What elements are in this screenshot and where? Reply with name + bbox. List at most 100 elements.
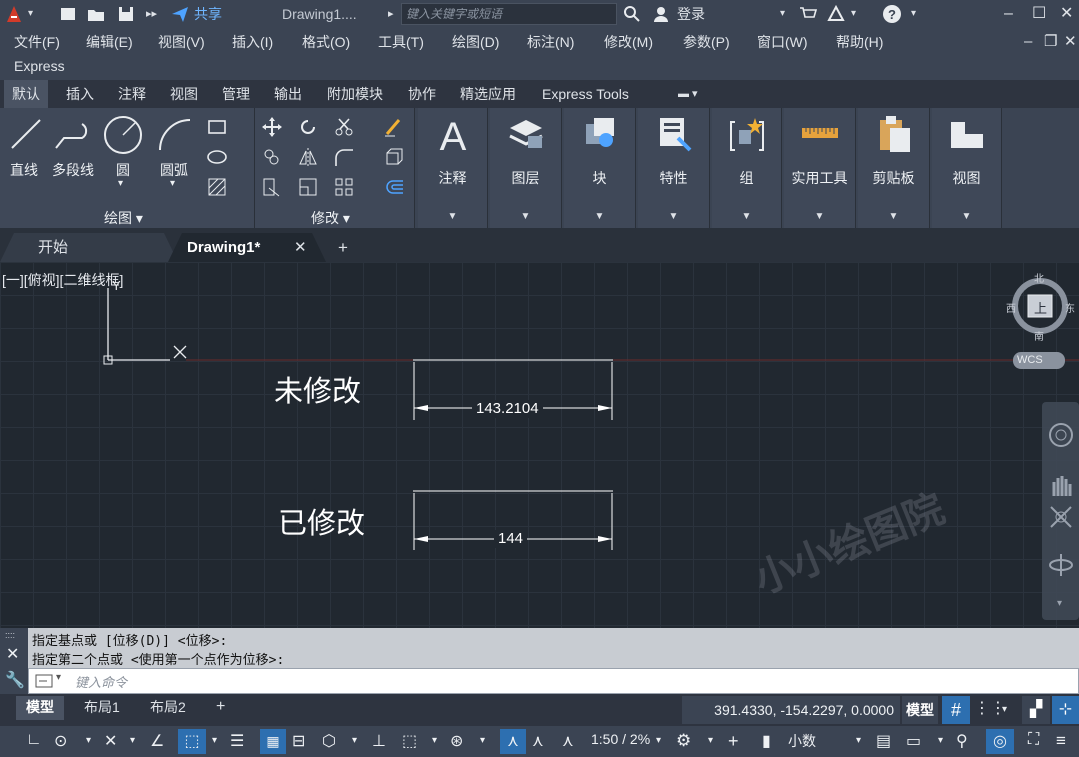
menu-express[interactable]: Express: [14, 56, 65, 76]
share-label[interactable]: 共享: [194, 0, 222, 28]
gizmo-dropdown-icon[interactable]: ▾: [480, 735, 485, 746]
app-dropdown-icon[interactable]: ▾: [851, 0, 856, 28]
help-dropdown-icon[interactable]: ▾: [911, 0, 916, 28]
menu-window[interactable]: 窗口(W): [757, 32, 808, 52]
recent-commands-dropdown-icon[interactable]: ▾: [56, 672, 61, 683]
tab-drawing1[interactable]: Drawing1*: [187, 233, 260, 262]
stretch-icon[interactable]: [261, 176, 283, 198]
group-panel[interactable]: 组 ▼: [712, 108, 782, 228]
selection-cycling-icon[interactable]: ⊟: [292, 731, 305, 751]
navbar-dropdown-icon[interactable]: ▾: [1057, 598, 1062, 609]
polyline-button[interactable]: 多段线: [52, 160, 94, 180]
viewcube-top-face[interactable]: 上: [1034, 298, 1047, 317]
annotation-scale-icon[interactable]: ⋏: [562, 731, 574, 751]
3d-osnap-dropdown-icon[interactable]: ▾: [352, 735, 357, 746]
close-icon[interactable]: ✕: [1060, 0, 1073, 28]
3d-osnap-icon[interactable]: ⬡: [322, 731, 336, 751]
close-tab-icon[interactable]: ✕: [294, 233, 307, 262]
search-icon[interactable]: [622, 4, 642, 24]
dimension-modified[interactable]: 144: [494, 530, 528, 548]
tab-manage[interactable]: 管理: [214, 80, 258, 108]
line-icon[interactable]: [8, 116, 44, 152]
ellipse-icon[interactable]: [206, 146, 228, 168]
units-icon[interactable]: ▮: [762, 731, 771, 751]
move-icon[interactable]: [261, 116, 283, 138]
auto-scale-icon[interactable]: ⋏: [532, 731, 544, 751]
tab-layout2[interactable]: 布局2: [140, 696, 196, 720]
tab-layout1[interactable]: 布局1: [74, 696, 130, 720]
arc-button[interactable]: 圆弧: [160, 160, 188, 180]
ortho-mode-icon[interactable]: ∟: [26, 731, 42, 749]
copy-icon[interactable]: [261, 146, 283, 168]
menu-insert[interactable]: 插入(I): [232, 32, 273, 52]
doc-minimize-icon[interactable]: ‒: [1024, 32, 1032, 52]
annotation-scale-value[interactable]: 1:50 / 2%: [591, 731, 650, 747]
modify-panel-title[interactable]: 修改 ▾: [311, 208, 350, 228]
isodraft-icon[interactable]: ✕: [104, 731, 117, 751]
selection-filter-icon[interactable]: ⬚: [402, 731, 417, 751]
fillet-icon[interactable]: [333, 146, 355, 168]
login-button[interactable]: 登录: [677, 0, 705, 28]
dimension-unmodified[interactable]: 143.2104: [472, 400, 543, 418]
command-customize-icon[interactable]: 🔧: [5, 670, 25, 690]
circle-dropdown-icon[interactable]: ▾: [118, 178, 123, 189]
lock-ui-icon[interactable]: ▭: [906, 731, 921, 751]
command-input[interactable]: ▾ 键入命令: [28, 668, 1079, 694]
autodesk-app-icon[interactable]: [826, 4, 846, 24]
clipboard-panel[interactable]: 剪贴板 ▼: [858, 108, 930, 228]
annotation-monitor-icon[interactable]: +: [728, 731, 739, 752]
tab-view[interactable]: 视图: [162, 80, 206, 108]
clean-screen-icon[interactable]: ⛶: [1028, 731, 1039, 749]
menu-format[interactable]: 格式(O): [302, 32, 350, 52]
zoom-extents-icon[interactable]: [1046, 502, 1076, 532]
pan-icon[interactable]: [1046, 470, 1076, 500]
search-input[interactable]: 键入关键字或短语: [401, 3, 617, 25]
dynamic-ucs-icon[interactable]: ⊥: [372, 731, 386, 751]
help-icon[interactable]: ?: [882, 4, 902, 24]
view-dropdown-icon[interactable]: ▼: [932, 211, 1001, 222]
block-panel[interactable]: 块 ▼: [564, 108, 636, 228]
doc-close-icon[interactable]: ✕: [1064, 32, 1077, 52]
units-value[interactable]: 小数: [788, 731, 816, 751]
full-navigation-wheel-icon[interactable]: [1046, 420, 1076, 450]
block-dropdown-icon[interactable]: ▼: [564, 211, 635, 222]
trim-icon[interactable]: [333, 116, 355, 138]
quick-view-icon[interactable]: ⊹: [1052, 696, 1079, 724]
viewcube-north[interactable]: 北: [1034, 270, 1044, 285]
open-file-icon[interactable]: [86, 4, 106, 24]
command-grip-icon[interactable]: ::::: [5, 630, 15, 640]
circle-button[interactable]: 圆: [116, 160, 130, 180]
annotation-visibility-icon[interactable]: ⋏: [500, 729, 526, 754]
menu-file[interactable]: 文件(F): [14, 32, 60, 52]
recent-commands-icon[interactable]: [35, 674, 53, 688]
tab-express-tools[interactable]: Express Tools: [534, 80, 637, 108]
autocad-logo-icon[interactable]: [4, 4, 24, 24]
more-tools-icon[interactable]: ▸▸: [146, 0, 157, 28]
wcs-menu[interactable]: WCS: [1013, 352, 1065, 369]
transparency-icon[interactable]: ▦: [260, 729, 286, 754]
tab-output[interactable]: 输出: [266, 80, 310, 108]
polar-tracking-icon[interactable]: ⊙: [54, 731, 67, 751]
tab-annotate[interactable]: 注释: [110, 80, 154, 108]
view-panel[interactable]: 视图 ▼: [932, 108, 1002, 228]
utilities-panel[interactable]: 实用工具 ▼: [784, 108, 856, 228]
new-tab-icon[interactable]: +: [338, 233, 348, 262]
mirror-icon[interactable]: [297, 146, 319, 168]
maximize-icon[interactable]: ☐: [1032, 0, 1046, 28]
tab-insert[interactable]: 插入: [58, 80, 102, 108]
menu-edit[interactable]: 编辑(E): [86, 32, 133, 52]
object-snap-tracking-icon[interactable]: ∠: [150, 731, 164, 751]
snap-dropdown-icon[interactable]: ▾: [1002, 696, 1007, 724]
minimize-icon[interactable]: ‒: [1004, 0, 1013, 28]
hardware-acceleration-icon[interactable]: ◎: [986, 729, 1014, 754]
hatch-icon[interactable]: [206, 176, 228, 198]
command-close-icon[interactable]: ✕: [6, 644, 19, 664]
units-dropdown-icon[interactable]: ▾: [856, 735, 861, 746]
grid-toggle-icon[interactable]: #: [942, 696, 970, 724]
utilities-dropdown-icon[interactable]: ▼: [784, 211, 855, 222]
cart-icon[interactable]: [798, 4, 818, 24]
workspace-dropdown-icon[interactable]: ▾: [708, 735, 713, 746]
share-icon[interactable]: [170, 4, 190, 24]
array-3d-icon[interactable]: [383, 146, 405, 168]
polyline-icon[interactable]: [54, 118, 96, 152]
